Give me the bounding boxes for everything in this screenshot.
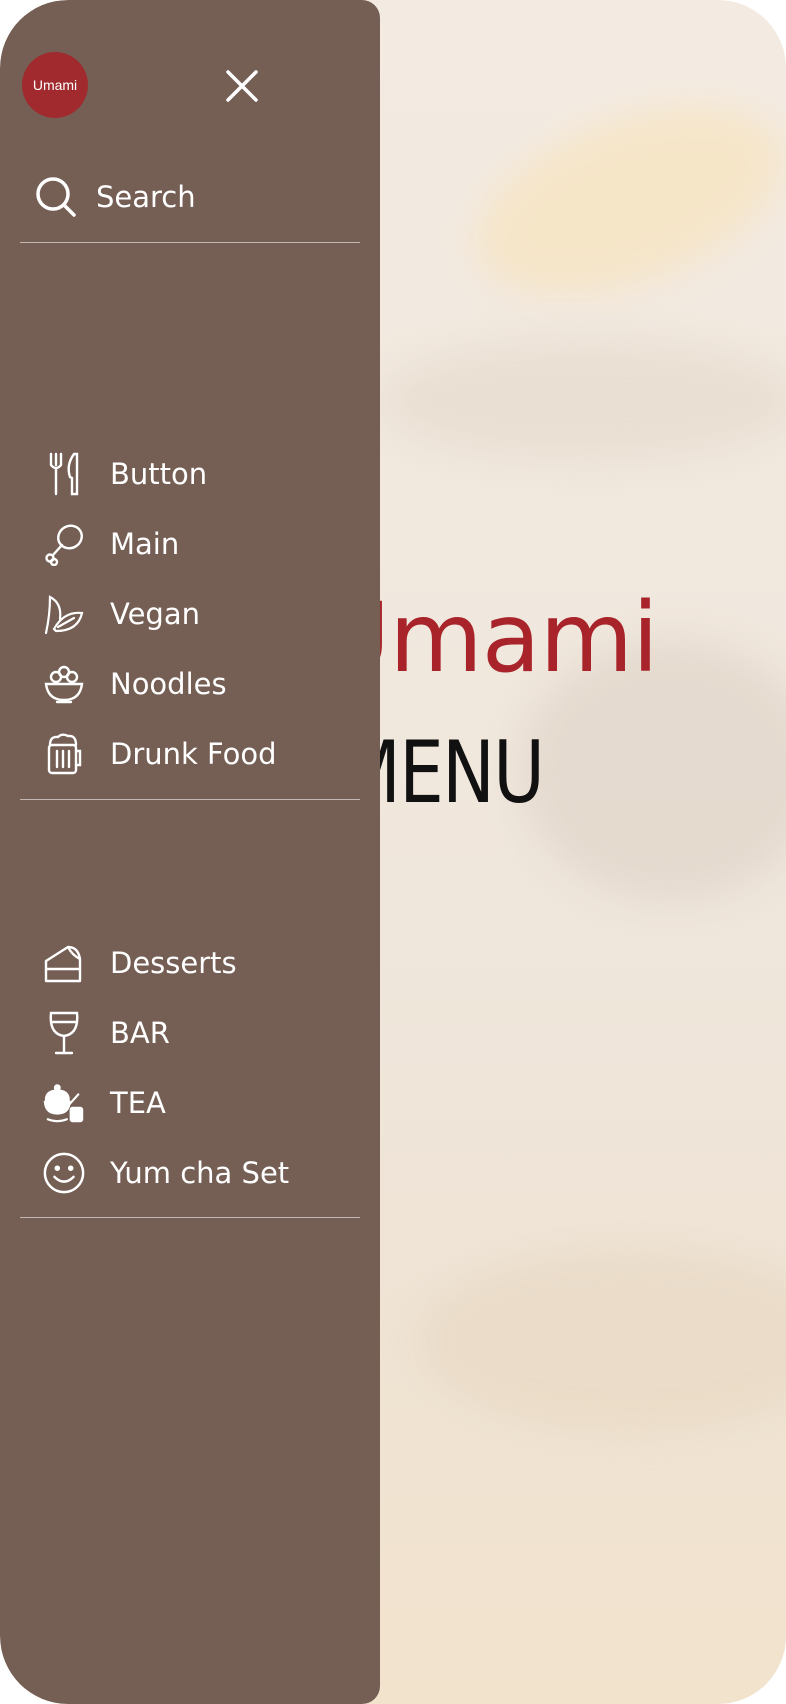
search-icon [36,177,76,217]
smiley-icon [42,1149,86,1197]
nav-item-main[interactable]: Main [42,516,179,572]
nav-item-label: Drunk Food [110,737,277,771]
paper-texture [420,1250,786,1430]
nav-item-drunk-food[interactable]: Drunk Food [42,726,277,782]
nav-item-button[interactable]: Button [42,446,207,502]
logo[interactable]: Umami [22,52,88,118]
cake-slice-icon [42,939,86,987]
nav-item-label: Main [110,527,180,561]
search-label: Search [96,180,196,214]
nav-item-noodles[interactable]: Noodles [42,656,227,712]
paper-texture [452,70,786,330]
drumstick-icon [42,520,86,568]
side-drawer: Umami Search Button Main Vegan Noodles D… [0,0,380,1704]
nav-item-label: Desserts [110,946,237,980]
category-group-extra: Desserts BAR TEA Yum cha Set [20,799,360,1218]
paper-texture [380,340,786,460]
cutlery-icon [42,450,86,498]
nav-item-label: Button [110,457,208,491]
nav-item-bar[interactable]: BAR [42,1005,170,1061]
beer-mug-icon [42,730,86,778]
category-group-main: Button Main Vegan Noodles Drunk Food [20,242,360,800]
nav-item-tea[interactable]: TEA [42,1075,166,1131]
noodle-bowl-icon [42,660,86,708]
close-button[interactable] [220,64,264,108]
nav-item-label: TEA [110,1086,166,1120]
search-input[interactable]: Search [20,168,360,243]
close-icon [226,70,258,102]
nav-item-label: Yum cha Set [110,1156,290,1190]
nav-item-label: Vegan [110,597,200,631]
phone-screen: Umami MENU Umami Search Button Main Vega… [0,0,786,1704]
nav-item-desserts[interactable]: Desserts [42,935,237,991]
leaf-icon [42,590,86,638]
nav-item-label: BAR [110,1016,170,1050]
logo-text: Umami [32,77,78,93]
nav-item-yum-cha-set[interactable]: Yum cha Set [42,1145,289,1201]
wine-glass-icon [42,1009,86,1057]
nav-item-vegan[interactable]: Vegan [42,586,200,642]
nav-item-label: Noodles [110,667,227,701]
teapot-icon [42,1079,86,1127]
